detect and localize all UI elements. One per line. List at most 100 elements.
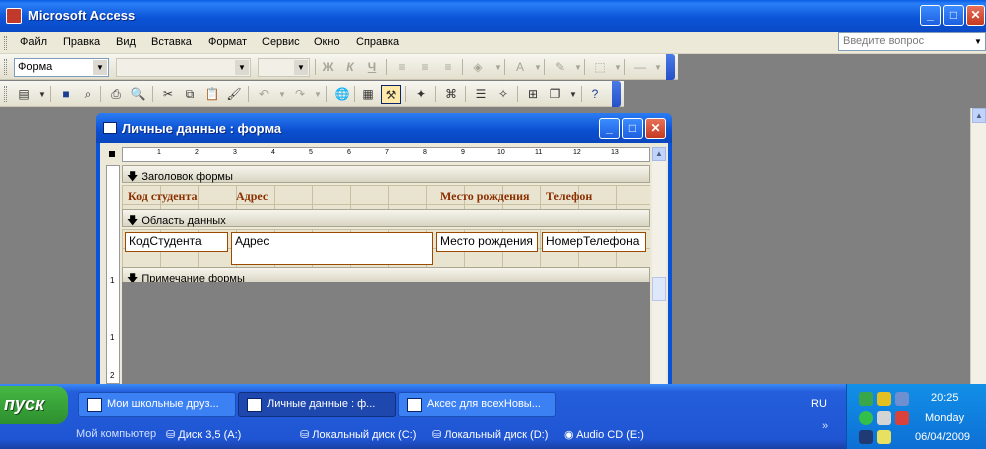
form-minimize-button[interactable]: _ (599, 118, 620, 139)
font-size-combo[interactable]: ▼ (258, 58, 310, 77)
minimize-button[interactable]: _ (920, 5, 941, 26)
drive-d-link[interactable]: ⛁ Локальный диск (D:) (432, 428, 548, 441)
start-button[interactable]: пуск (0, 386, 68, 424)
form-vertical-scrollbar[interactable]: ▲ (652, 147, 666, 384)
form-header-section-bar[interactable]: 🡇 Заголовок формы (122, 165, 650, 183)
alert-icon[interactable] (895, 411, 909, 425)
chevron-down-icon[interactable]: ▼ (563, 85, 583, 104)
hyperlink-icon[interactable]: 🌐 (332, 85, 352, 104)
paste-icon[interactable]: 📋 (202, 85, 222, 104)
monitor-icon[interactable] (859, 430, 873, 444)
line-color-icon[interactable]: ✎ (550, 58, 570, 77)
menubar-grip[interactable] (4, 36, 7, 50)
form-header-grid[interactable]: Код студента Адрес Место рождения Телефо… (122, 185, 650, 209)
menu-file[interactable]: Файл (20, 36, 47, 48)
vertical-ruler[interactable]: 1 1 2 (106, 165, 120, 384)
object-selector-combo[interactable]: Форма ▼ (14, 58, 109, 77)
help-question-input[interactable]: Введите вопрос ▼ (838, 32, 986, 51)
print-preview-icon[interactable]: 🔍 (128, 85, 148, 104)
sound-icon[interactable] (877, 411, 891, 425)
field-list-icon[interactable]: ▦ (358, 85, 378, 104)
print-icon[interactable]: ⎙ (106, 85, 126, 104)
header-label-student-code[interactable]: Код студента (126, 188, 228, 206)
security-shield-icon[interactable] (877, 392, 891, 406)
menu-edit[interactable]: Правка (63, 36, 100, 48)
field-birthplace[interactable]: Место рождения (436, 232, 538, 252)
align-center-icon[interactable]: ≡ (415, 58, 435, 77)
field-phone-number[interactable]: НомерТелефона (542, 232, 646, 252)
toolbar-grip[interactable] (4, 86, 7, 102)
fill-color-icon[interactable]: ◈ (468, 58, 488, 77)
clock-time[interactable]: 20:25 (931, 392, 959, 404)
header-label-birthplace[interactable]: Место рождения (438, 188, 536, 206)
scroll-thumb[interactable] (652, 277, 666, 301)
italic-button[interactable]: К (340, 58, 360, 77)
cd-drive-link[interactable]: ◉ Audio CD (E:) (564, 428, 644, 441)
chevron-down-icon[interactable]: ▼ (272, 85, 292, 104)
menu-window[interactable]: Окно (314, 36, 340, 48)
taskbar-item-friends[interactable]: Мои школьные друз... (78, 392, 236, 417)
device-icon[interactable] (877, 430, 891, 444)
cut-icon[interactable]: ✂ (158, 85, 178, 104)
form-close-button[interactable]: ✕ (645, 118, 666, 139)
font-name-combo[interactable]: ▼ (116, 58, 251, 77)
toolbar-grip[interactable] (4, 59, 7, 75)
copy-icon[interactable]: ⧉ (180, 85, 200, 104)
access-app-icon[interactable] (6, 8, 22, 24)
form-icon[interactable] (103, 122, 117, 134)
network-icon[interactable] (859, 392, 873, 406)
chevron-down-icon[interactable]: ▼ (488, 58, 508, 77)
language-indicator[interactable]: RU (811, 398, 827, 410)
redo-icon[interactable]: ↷ (290, 85, 310, 104)
form-selector[interactable] (106, 148, 118, 160)
toolbar-options-button[interactable] (666, 54, 675, 80)
header-label-phone[interactable]: Телефон (544, 188, 604, 206)
workspace-vertical-scrollbar[interactable]: ▲ (970, 108, 986, 384)
menu-insert[interactable]: Вставка (151, 36, 192, 48)
menu-tools[interactable]: Сервис (262, 36, 300, 48)
chevron-down-icon[interactable]: ▼ (608, 58, 628, 77)
detail-grid[interactable]: КодСтудента Адрес Место рождения НомерТе… (122, 229, 650, 267)
line-width-icon[interactable]: — (630, 58, 650, 77)
chevron-down-icon[interactable]: ▼ (308, 85, 328, 104)
scroll-up-icon[interactable]: ▲ (652, 147, 666, 161)
save-icon[interactable]: ■ (56, 85, 76, 104)
menu-format[interactable]: Формат (208, 36, 247, 48)
maximize-button[interactable]: □ (943, 5, 964, 26)
align-right-icon[interactable]: ≡ (438, 58, 458, 77)
help-icon[interactable]: ? (585, 85, 605, 104)
chevron-down-icon[interactable]: ▼ (648, 58, 668, 77)
header-label-address[interactable]: Адрес (234, 188, 274, 206)
font-color-icon[interactable]: A (510, 58, 530, 77)
underline-button[interactable]: Ч (362, 58, 382, 77)
form-empty-area[interactable] (122, 282, 650, 384)
menu-view[interactable]: Вид (116, 36, 136, 48)
database-window-icon[interactable]: ⊞ (523, 85, 543, 104)
chevron-down-icon[interactable]: ▼ (32, 85, 52, 104)
close-button[interactable]: ✕ (966, 5, 985, 26)
scroll-up-icon[interactable]: ▲ (972, 108, 986, 123)
field-student-code[interactable]: КодСтудента (125, 232, 228, 252)
messenger-icon[interactable] (859, 411, 873, 425)
code-icon[interactable]: ⌘ (441, 85, 461, 104)
floppy-drive-link[interactable]: ⛁ Диск 3,5 (A:) (166, 428, 241, 441)
align-left-icon[interactable]: ≡ (392, 58, 412, 77)
autoformat-icon[interactable]: ✦ (411, 85, 431, 104)
detail-section-bar[interactable]: 🡇 Область данных (122, 209, 650, 227)
chevron-down-icon[interactable]: ▼ (93, 60, 107, 75)
taskbar-item-access-doc[interactable]: Аксес для всехНовы... (398, 392, 556, 417)
menu-help[interactable]: Справка (356, 36, 399, 48)
drive-c-link[interactable]: ⛁ Локальный диск (C:) (300, 428, 416, 441)
horizontal-ruler[interactable]: 1 2 3 4 5 6 7 8 9 10 11 12 13 (122, 147, 650, 162)
build-icon[interactable]: ✧ (493, 85, 513, 104)
file-search-icon[interactable]: ⌕ (78, 85, 98, 104)
border-style-icon[interactable]: ⬚ (590, 58, 610, 77)
new-object-icon[interactable]: ❐ (545, 85, 565, 104)
toolbar-options-button[interactable] (612, 81, 621, 107)
format-painter-icon[interactable]: 🖌 (224, 85, 244, 104)
chevron-down-icon[interactable]: ▼ (972, 34, 984, 49)
form-window-title-bar[interactable]: Личные данные : форма _ □ ✕ (96, 113, 672, 143)
chevron-down-icon[interactable]: ▼ (528, 58, 548, 77)
properties-icon[interactable]: ☰ (471, 85, 491, 104)
toolbox-icon[interactable]: ⚒ (381, 85, 401, 104)
